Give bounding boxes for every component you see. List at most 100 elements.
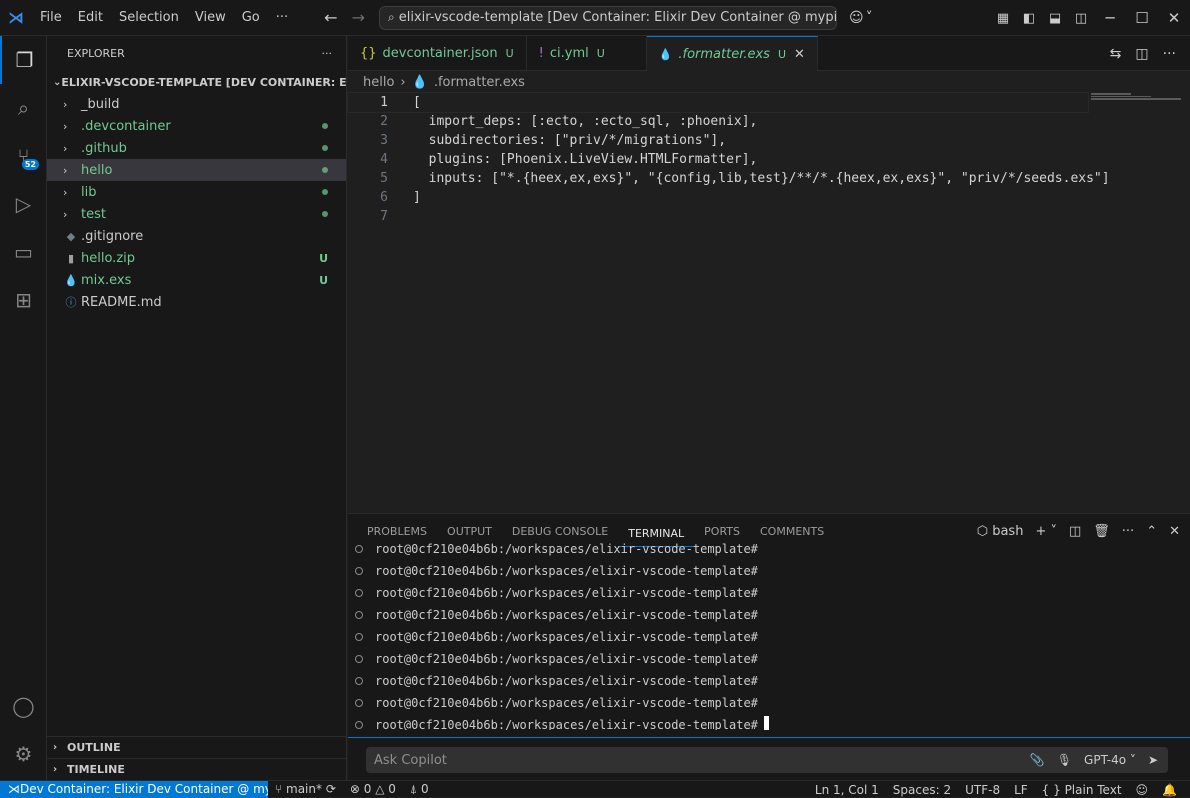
menu-more[interactable]: ··· (268, 0, 296, 36)
error-count: 0 (363, 782, 372, 796)
ports-indicator[interactable]: ⍋ 0 (403, 782, 436, 797)
tree-file-gitignore[interactable]: ◆ .gitignore (47, 225, 346, 247)
copilot-status-icon[interactable]: ☺ (1129, 783, 1156, 797)
tree-item-label: hello.zip (81, 250, 136, 266)
remote-icon: ⋊ (8, 782, 20, 796)
code-text: import_deps: [:ecto, :ecto_sql, :phoenix… (413, 114, 758, 129)
menu-go[interactable]: Go (234, 0, 268, 36)
forward-arrow-icon[interactable]: → (352, 8, 365, 27)
scm-count-badge: 52 (21, 159, 39, 170)
explorer-more-actions[interactable]: ··· (322, 47, 333, 60)
more-actions-icon[interactable]: ··· (1122, 524, 1134, 539)
code-text: inputs: ["*.{heex,ex,exs}", "{config,lib… (413, 171, 1110, 186)
customize-layout-icon[interactable]: ▦ (990, 11, 1016, 26)
send-icon[interactable]: ➤ (1148, 753, 1158, 767)
code-line: 3 subdirectories: ["priv/*/migrations"], (348, 131, 1190, 150)
end-of-line[interactable]: LF (1007, 783, 1035, 797)
outline-section[interactable]: › OUTLINE (47, 736, 347, 758)
cursor-position[interactable]: Ln 1, Col 1 (808, 783, 886, 797)
microphone-icon[interactable]: 🎙 (1057, 753, 1072, 767)
new-terminal-icon[interactable]: + ˅ (1035, 524, 1057, 539)
minimap[interactable] (1091, 93, 1186, 103)
tree-folder-test[interactable]: › test (47, 203, 346, 225)
tab-status: U (505, 47, 514, 60)
command-decoration-icon[interactable] (355, 699, 363, 707)
indentation[interactable]: Spaces: 2 (886, 783, 958, 797)
copilot-menu-button[interactable]: ☺ ˅ (849, 10, 873, 26)
problems-indicator[interactable]: ⊗ 0 △ 0 (343, 782, 403, 796)
timeline-section[interactable]: › TIMELINE (47, 758, 347, 780)
close-window-icon[interactable]: ✕ (1158, 9, 1190, 27)
model-picker[interactable]: GPT-4o ˅ (1084, 753, 1136, 767)
back-arrow-icon[interactable]: ← (324, 8, 337, 27)
branch-indicator[interactable]: ⑂ main* ⟳ (268, 782, 343, 796)
minimize-icon[interactable]: ─ (1094, 9, 1126, 27)
split-editor-icon[interactable]: ◫ (1135, 46, 1148, 62)
close-tab-icon[interactable]: ✕ (794, 47, 805, 62)
tree-folder-lib[interactable]: › lib (47, 181, 346, 203)
tab-devcontainer-json[interactable]: {} devcontainer.json U (348, 36, 527, 71)
compare-changes-icon[interactable]: ⇆ (1110, 46, 1122, 62)
tree-folder-devcontainer[interactable]: › .devcontainer (47, 115, 346, 137)
search-icon[interactable]: ⌕ (0, 84, 47, 132)
trash-icon[interactable]: 🗑 (1093, 524, 1110, 539)
breadcrumb-file[interactable]: .formatter.exs (434, 75, 525, 90)
model-name: GPT-4o (1084, 753, 1127, 767)
code-line: 6] (348, 188, 1190, 207)
command-decoration-icon[interactable] (355, 677, 363, 685)
account-icon[interactable]: ◯ (0, 682, 47, 730)
copilot-icon: ☺ (848, 9, 864, 26)
command-decoration-icon[interactable] (355, 721, 363, 729)
tree-item-label: hello (81, 162, 113, 178)
attach-paperclip-icon[interactable]: 📎 (1030, 753, 1045, 767)
untracked-dot-indicator (322, 211, 328, 217)
close-panel-icon[interactable]: ✕ (1169, 524, 1180, 539)
split-terminal-icon[interactable]: ◫ (1069, 524, 1081, 539)
run-debug-icon[interactable]: ▷ (0, 180, 47, 228)
menu-view[interactable]: View (187, 0, 234, 36)
vscode-logo-icon[interactable]: ⋊ (0, 0, 32, 36)
remote-explorer-icon[interactable]: ▭ (0, 228, 47, 276)
breadcrumb-folder[interactable]: hello (363, 75, 394, 90)
notifications-bell-icon[interactable]: 🔔 (1155, 783, 1184, 797)
tree-file-readme[interactable]: ⓘ README.md (47, 291, 346, 313)
command-center[interactable]: ⌕ elixir-vscode-template [Dev Container:… (378, 5, 837, 30)
copilot-chat-input[interactable]: Ask Copilot 📎 🎙 GPT-4o ˅ ➤ (366, 747, 1168, 773)
menu-selection[interactable]: Selection (111, 0, 187, 36)
toggle-primary-sidebar-icon[interactable]: ◧ (1016, 11, 1042, 26)
explorer-icon[interactable]: ❐ (0, 36, 47, 84)
menu-edit[interactable]: Edit (70, 0, 111, 36)
command-center-label: elixir-vscode-template [Dev Container: E… (398, 10, 837, 25)
terminal-output[interactable]: root@0cf210e04b6b:/workspaces/elixir-vsc… (348, 538, 1190, 730)
command-decoration-icon[interactable] (355, 611, 363, 619)
command-decoration-icon[interactable] (355, 545, 363, 553)
more-actions-icon[interactable]: ··· (1163, 46, 1176, 62)
menu-file[interactable]: File (32, 0, 70, 36)
tree-folder-build[interactable]: › _build (47, 93, 346, 115)
remote-indicator[interactable]: ⋊ Dev Container: Elixir Dev Container @ … (0, 780, 268, 798)
settings-gear-icon[interactable]: ⚙ (0, 730, 47, 778)
tree-file-hello-zip[interactable]: ▮ hello.zip U (47, 247, 346, 269)
tab-ci-yml[interactable]: ! ci.yml U (527, 36, 647, 71)
tree-file-mix-exs[interactable]: 💧 mix.exs U (47, 269, 346, 291)
maximize-icon[interactable]: ☐ (1126, 9, 1158, 27)
toggle-panel-icon[interactable]: ⬓ (1042, 11, 1068, 26)
maximize-panel-icon[interactable]: ⌃ (1146, 524, 1157, 539)
extensions-icon[interactable]: ⊞ (0, 276, 47, 324)
source-control-icon[interactable]: ⑂ 52 (0, 132, 47, 180)
command-decoration-icon[interactable] (355, 589, 363, 597)
language-mode[interactable]: { } Plain Text (1035, 783, 1129, 797)
code-editor[interactable]: 1[ 2 import_deps: [:ecto, :ecto_sql, :ph… (347, 92, 1190, 513)
chevron-down-icon: ⌄ (53, 76, 62, 88)
toggle-secondary-sidebar-icon[interactable]: ◫ (1068, 11, 1094, 26)
tab-formatter-exs[interactable]: 💧 .formatter.exs U ✕ (646, 36, 818, 71)
command-decoration-icon[interactable] (355, 567, 363, 575)
chevron-right-icon: › (63, 185, 68, 199)
terminal-shell-selector[interactable]: ⬡ bash (977, 524, 1024, 539)
tree-folder-hello[interactable]: › hello (47, 159, 346, 181)
command-decoration-icon[interactable] (355, 655, 363, 663)
tree-folder-github[interactable]: › .github (47, 137, 346, 159)
command-decoration-icon[interactable] (355, 633, 363, 641)
encoding[interactable]: UTF-8 (958, 783, 1007, 797)
workspace-root-folder[interactable]: ⌄ ELIXIR-VSCODE-TEMPLATE [DEV CONTAINER:… (47, 71, 346, 93)
